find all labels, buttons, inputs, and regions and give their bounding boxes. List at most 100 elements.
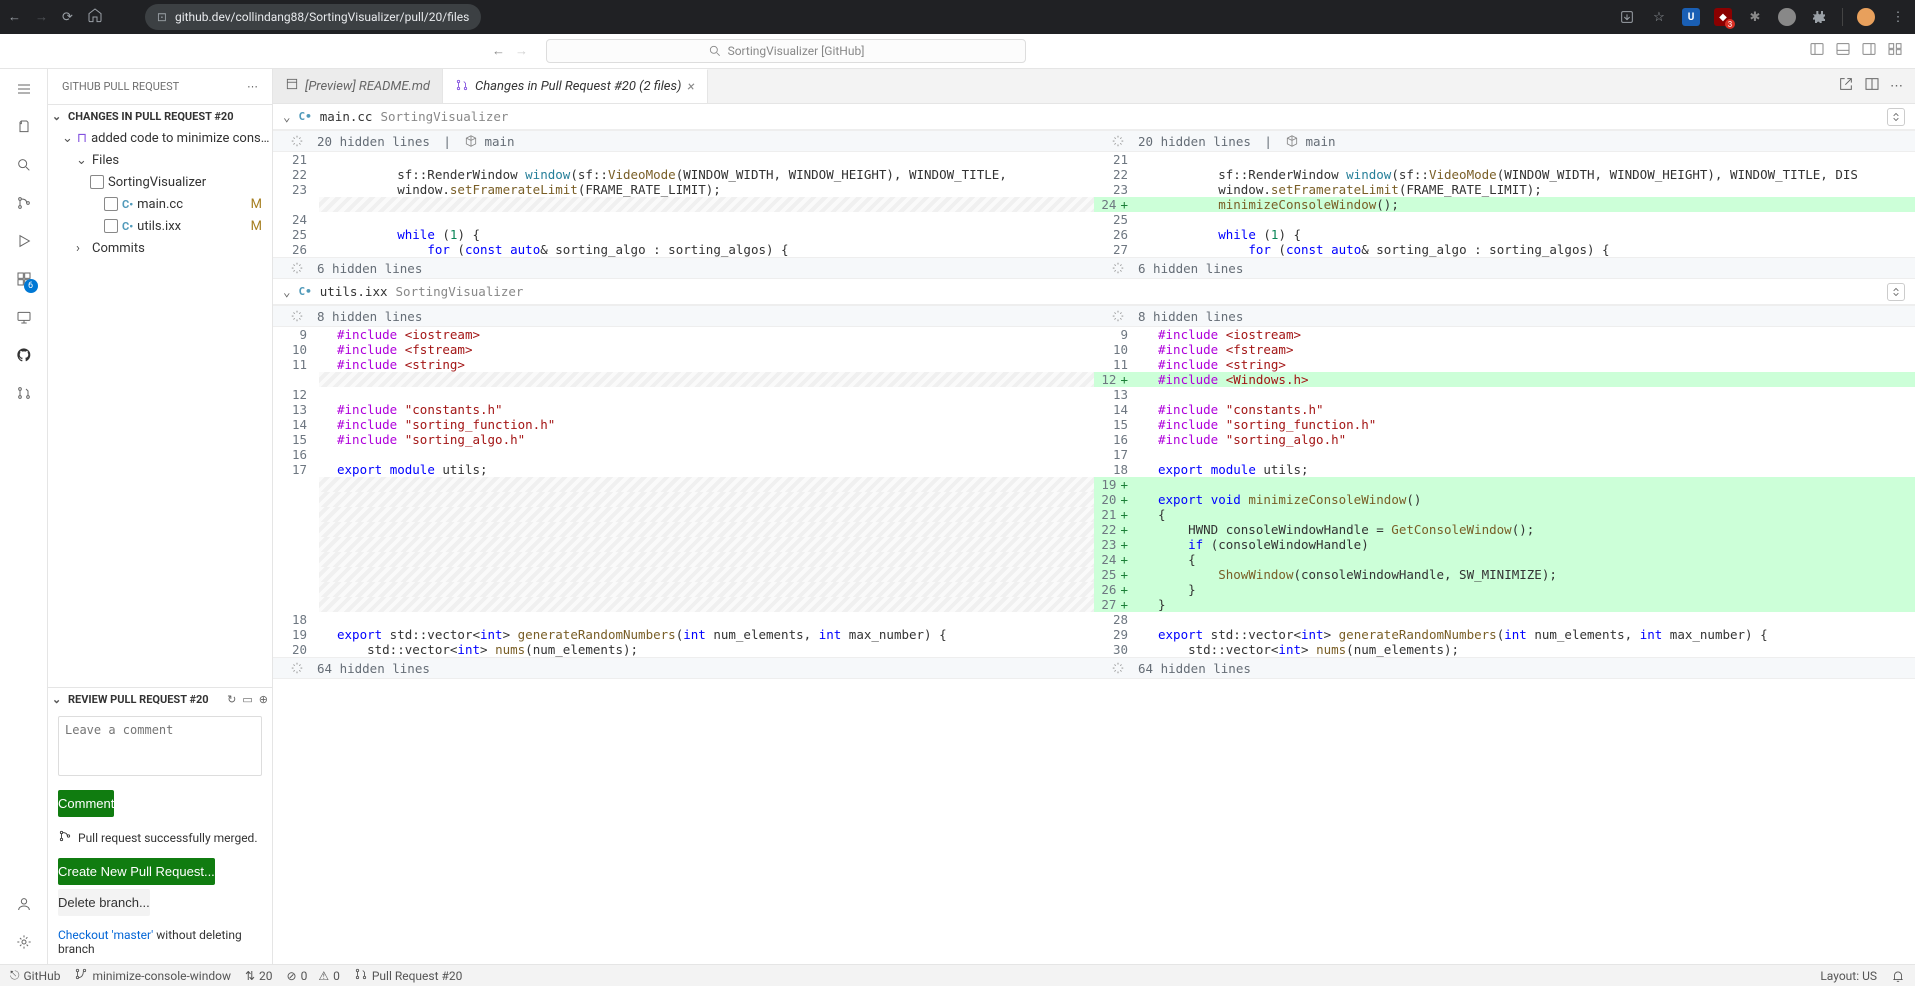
diff-line[interactable]: 14#include "sorting_function.h"15#includ… (273, 417, 1915, 432)
diff-line[interactable]: 27} (273, 597, 1915, 612)
sb-layout[interactable]: Layout: US (1820, 969, 1877, 983)
diff-line[interactable]: 15#include "sorting_algo.h"16#include "s… (273, 432, 1915, 447)
comment-textarea[interactable] (58, 716, 262, 776)
nav-back-icon[interactable]: ← (492, 43, 505, 59)
account-icon[interactable] (12, 892, 36, 916)
diff-line[interactable]: 2425 (273, 212, 1915, 227)
source-control-icon[interactable] (12, 191, 36, 215)
back-icon[interactable]: ← (8, 9, 21, 25)
checkout-link[interactable]: Checkout 'master' without deleting branc… (48, 920, 272, 964)
tab-changes[interactable]: Changes in Pull Request #20 (2 files) × (443, 69, 708, 103)
command-center[interactable]: SortingVisualizer [GitHub] (546, 39, 1026, 63)
tab-readme[interactable]: [Preview] README.md (273, 69, 443, 103)
browser-menu-icon[interactable]: ⋮ (1889, 8, 1907, 26)
sb-remote[interactable]: ⎋GitHub (10, 968, 60, 983)
file-item-utils[interactable]: C•utils.ixxM (48, 215, 272, 237)
sidebar-more-icon[interactable]: ⋯ (247, 80, 258, 93)
sb-branch[interactable]: minimize-console-window (74, 967, 231, 984)
files-node[interactable]: ⌄Files (48, 149, 272, 171)
hunk-header[interactable]: 8 hidden lines 8 hidden lines (273, 305, 1915, 327)
explorer-icon[interactable] (12, 115, 36, 139)
editor-action-split-icon[interactable] (1864, 76, 1880, 96)
layout-sidebar-right-icon[interactable] (1861, 41, 1877, 61)
expand-hunk-icon[interactable] (283, 661, 311, 675)
sb-sync[interactable]: ⇅20 (245, 969, 273, 983)
hunk-header[interactable]: 6 hidden lines 6 hidden lines (273, 257, 1915, 279)
diff-line[interactable]: 25 ShowWindow(consoleWindowHandle, SW_MI… (273, 567, 1915, 582)
expand-hunk-icon[interactable] (1104, 261, 1132, 275)
layout-panel-icon[interactable] (1835, 41, 1851, 61)
remote-explorer-icon[interactable] (12, 305, 36, 329)
expand-hunk-icon[interactable] (1104, 134, 1132, 148)
file-checkbox[interactable] (104, 197, 118, 211)
commits-node[interactable]: ›Commits (48, 237, 272, 259)
expand-hunk-icon[interactable] (283, 309, 311, 323)
diff-line[interactable]: 22 HWND consoleWindowHandle = GetConsole… (273, 522, 1915, 537)
expand-hunk-icon[interactable] (283, 261, 311, 275)
diff-line[interactable]: 9#include <iostream>9#include <iostream> (273, 327, 1915, 342)
extensions-ab-icon[interactable]: 6 (12, 267, 36, 291)
view-changes-icon[interactable]: ▭ (242, 693, 252, 706)
expand-hunk-icon[interactable] (1104, 661, 1132, 675)
folder-node[interactable]: SortingVisualizer (48, 171, 272, 193)
collapse-hunks-icon[interactable] (1887, 283, 1905, 301)
close-tab-icon[interactable]: × (687, 79, 694, 95)
diff-line[interactable]: 23 window.setFramerateLimit(FRAME_RATE_L… (273, 182, 1915, 197)
install-icon[interactable] (1618, 8, 1636, 26)
github-pr-icon[interactable] (12, 381, 36, 405)
browser-icon[interactable]: ⊕ (259, 693, 268, 706)
delete-branch-button[interactable]: Delete branch... (58, 889, 150, 916)
site-info-icon[interactable]: ⊡ (157, 10, 167, 24)
diff-line[interactable]: 26 } (273, 582, 1915, 597)
commit-node[interactable]: ⌄⊓added code to minimize console wind... (48, 127, 272, 149)
diff-line[interactable]: 2121 (273, 152, 1915, 167)
file-header[interactable]: ⌄ C• utils.ixx SortingVisualizer (273, 279, 1915, 305)
diff-line[interactable]: 17export module utils;18export module ut… (273, 462, 1915, 477)
ext-shield-icon[interactable]: U (1682, 8, 1700, 26)
refresh-icon[interactable]: ↻ (227, 693, 236, 706)
diff-line[interactable]: 11#include <string>11#include <string> (273, 357, 1915, 372)
ext-ublock-icon[interactable]: ◆ (1714, 8, 1732, 26)
diff-line[interactable]: 12#include <Windows.h> (273, 372, 1915, 387)
changes-section-header[interactable]: ⌄CHANGES IN PULL REQUEST #20 (48, 105, 272, 127)
hunk-header[interactable]: 64 hidden lines 64 hidden lines (273, 657, 1915, 679)
collapse-hunks-icon[interactable] (1887, 108, 1905, 126)
extensions-icon[interactable] (1810, 8, 1828, 26)
editor-action-more-icon[interactable]: ⋯ (1890, 79, 1903, 94)
diff-line[interactable]: 26 for (const auto& sorting_algo : sorti… (273, 242, 1915, 257)
sb-bell[interactable] (1891, 969, 1905, 983)
hunk-header[interactable]: 20 hidden lines | main 20 hidden lines |… (273, 130, 1915, 152)
settings-icon[interactable] (12, 930, 36, 954)
diff-line[interactable]: 1828 (273, 612, 1915, 627)
diff-line[interactable]: 23 if (consoleWindowHandle) (273, 537, 1915, 552)
diff-line[interactable]: 1213 (273, 387, 1915, 402)
bookmark-icon[interactable]: ☆ (1650, 8, 1668, 26)
diff-line[interactable]: 20 std::vector<int> nums(num_elements);3… (273, 642, 1915, 657)
ext-gray2-icon[interactable] (1778, 8, 1796, 26)
diff-line[interactable]: 19export std::vector<int> generateRandom… (273, 627, 1915, 642)
sb-pr[interactable]: Pull Request #20 (354, 967, 463, 984)
layout-sidebar-left-icon[interactable] (1809, 41, 1825, 61)
file-checkbox[interactable] (104, 219, 118, 233)
comment-button[interactable]: Comment (58, 790, 114, 817)
nav-forward-icon[interactable]: → (515, 43, 528, 59)
folder-checkbox[interactable] (90, 175, 104, 189)
review-section-header[interactable]: ⌄REVIEW PULL REQUEST #20 ↻ ▭ ⊕ (48, 688, 272, 710)
layout-custom-icon[interactable] (1887, 41, 1903, 61)
diff-line[interactable]: 1617 (273, 447, 1915, 462)
menu-icon[interactable] (12, 77, 36, 101)
ext-gray1-icon[interactable]: ✱ (1746, 8, 1764, 26)
diff-line[interactable]: 20export void minimizeConsoleWindow() (273, 492, 1915, 507)
reload-icon[interactable]: ⟳ (62, 10, 73, 25)
expand-hunk-icon[interactable] (1104, 309, 1132, 323)
sb-problems[interactable]: ⊘0 ⚠0 (287, 969, 340, 983)
diff-line[interactable]: 24 minimizeConsoleWindow(); (273, 197, 1915, 212)
search-ab-icon[interactable] (12, 153, 36, 177)
file-item-main[interactable]: C•main.ccM (48, 193, 272, 215)
chevron-down-icon[interactable]: ⌄ (283, 284, 291, 299)
url-bar[interactable]: ⊡ github.dev/collindang88/SortingVisuali… (145, 4, 481, 30)
editor-action-open-icon[interactable] (1838, 76, 1854, 96)
diff-line[interactable]: 25 while (1) {26 while (1) { (273, 227, 1915, 242)
diff-view[interactable]: ⌄ C• main.cc SortingVisualizer 20 hidden… (273, 104, 1915, 964)
chevron-down-icon[interactable]: ⌄ (283, 109, 291, 124)
